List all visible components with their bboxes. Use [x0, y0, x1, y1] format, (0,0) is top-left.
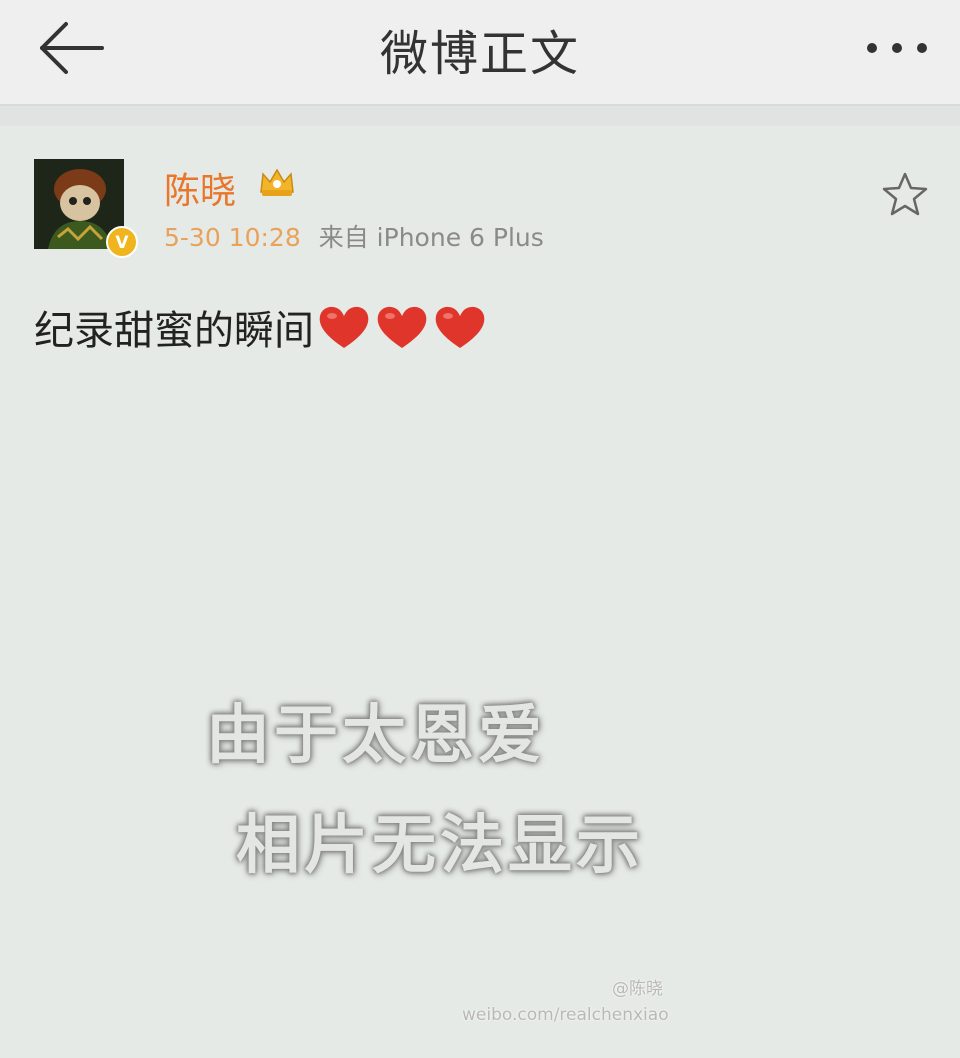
crown-member-icon: [257, 162, 297, 202]
nav-divider: [0, 106, 960, 126]
weibo-watermark: @陈晓 weibo.com/realchenxiao: [462, 976, 669, 1028]
overlay-text-line-1: 由于太恩爱: [206, 699, 546, 773]
post-time: 5-30 10:28: [164, 223, 301, 252]
heart-icon: [377, 306, 427, 348]
weibo-post-card: V 陈晓 5-30 10:28 来自 iPhone 6 Plus 纪录甜蜜的瞬间: [0, 126, 960, 1058]
overlay-text-line-2: 相片无法显示: [236, 809, 644, 883]
top-nav-bar: 微博正文: [0, 0, 960, 106]
back-arrow-icon: [40, 22, 104, 74]
username[interactable]: 陈晓: [164, 162, 236, 214]
post-text: 纪录甜蜜的瞬间: [34, 308, 314, 354]
star-icon: [882, 172, 928, 216]
watermark-url: weibo.com/realchenxiao: [462, 1005, 669, 1025]
more-button[interactable]: [862, 30, 932, 66]
post-source: 来自 iPhone 6 Plus: [318, 223, 544, 252]
verified-badge-icon: V: [106, 226, 138, 258]
back-button[interactable]: [36, 18, 108, 78]
post-content: 纪录甜蜜的瞬间: [34, 298, 488, 356]
favorite-button[interactable]: [880, 170, 930, 218]
heart-icon: [435, 306, 485, 348]
more-dots-icon: [867, 43, 927, 53]
heart-icon: [319, 306, 369, 348]
post-meta: 5-30 10:28 来自 iPhone 6 Plus: [164, 218, 544, 254]
page-title: 微博正文: [379, 26, 580, 82]
watermark-name: @陈晓: [612, 979, 663, 999]
svg-text:V: V: [115, 233, 129, 253]
